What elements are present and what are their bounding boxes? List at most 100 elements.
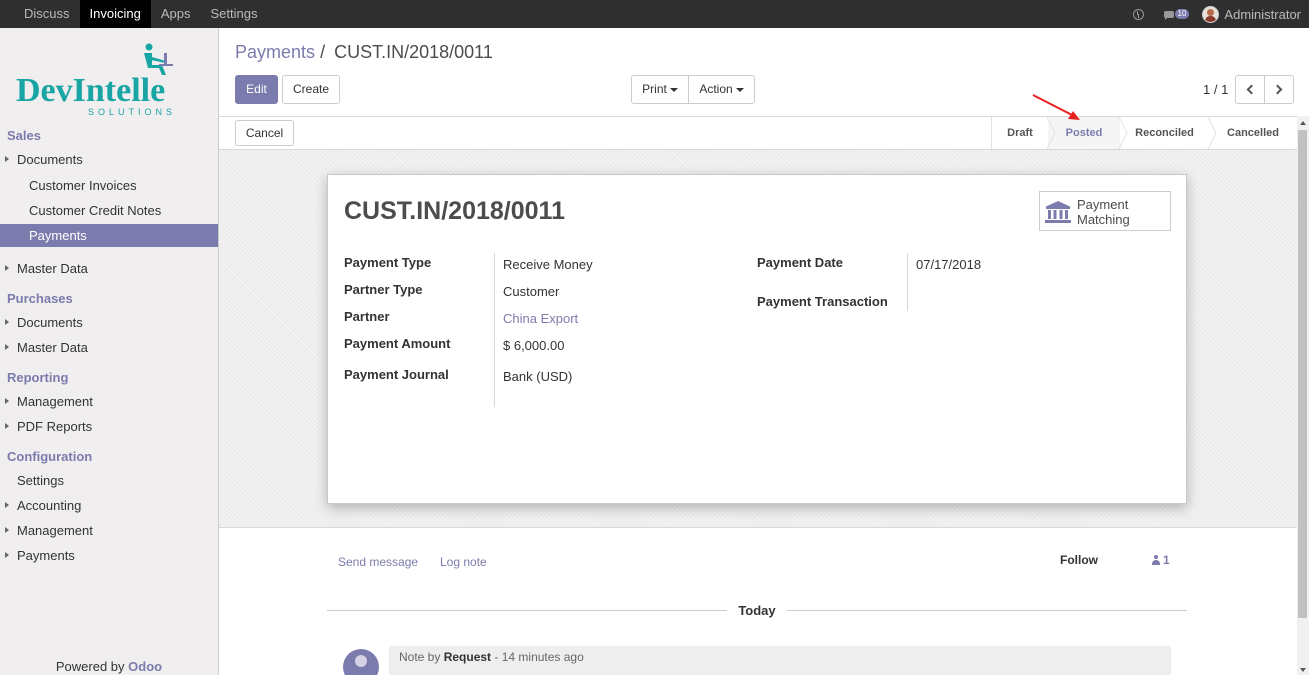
chatter-message: Note by Request - 14 minutes ago bbox=[389, 646, 1171, 675]
chevron-left-icon bbox=[1246, 84, 1257, 95]
systray: 10 Administrator bbox=[1132, 0, 1301, 28]
pager-next-button[interactable] bbox=[1264, 75, 1294, 104]
caret-down-icon bbox=[735, 87, 744, 92]
caret-right-icon bbox=[5, 502, 9, 508]
bank-icon bbox=[1045, 201, 1071, 223]
message-author[interactable]: Request bbox=[444, 650, 491, 664]
message-time: - 14 minutes ago bbox=[494, 650, 584, 664]
sidebar-item-sales-master-data[interactable]: Master Data bbox=[0, 257, 218, 280]
sidebar-item-label: Payments bbox=[29, 228, 87, 243]
caret-right-icon bbox=[5, 156, 9, 162]
menu-apps[interactable]: Apps bbox=[151, 0, 201, 28]
sidebar-item-label: Management bbox=[17, 523, 93, 538]
sidebar-item-management[interactable]: Management bbox=[0, 390, 218, 413]
sidebar-item-label: Documents bbox=[17, 152, 83, 167]
message-author-avatar[interactable] bbox=[343, 649, 379, 675]
followers-button[interactable]: 1 bbox=[1152, 553, 1170, 567]
partner-type-value[interactable]: Customer bbox=[503, 284, 559, 299]
chat-bubble-icon[interactable] bbox=[1163, 10, 1174, 20]
sidebar-section-sales[interactable]: Sales bbox=[7, 128, 41, 143]
sidebar-item-accounting[interactable]: Accounting bbox=[0, 494, 218, 517]
caret-right-icon bbox=[5, 265, 9, 271]
payment-transaction-label: Payment Transaction bbox=[757, 294, 888, 309]
payment-date-label: Payment Date bbox=[757, 255, 843, 270]
form-statusbar: Cancel Draft Posted Reconciled Cancelled bbox=[219, 116, 1297, 150]
sidebar-section-reporting[interactable]: Reporting bbox=[7, 370, 68, 385]
print-label: Print bbox=[642, 82, 667, 96]
sidebar-item-payments[interactable]: Payments bbox=[0, 224, 218, 247]
date-divider-label: Today bbox=[727, 603, 787, 618]
smart-button-line1: Payment bbox=[1077, 197, 1129, 212]
logo-text: DevIntelle bbox=[16, 72, 165, 109]
sidebar-item-label: Settings bbox=[17, 473, 64, 488]
user-avatar[interactable] bbox=[1202, 5, 1220, 23]
odoo-link[interactable]: Odoo bbox=[128, 659, 162, 674]
activity-clock-icon[interactable] bbox=[1132, 8, 1144, 20]
sidebar-item-label: PDF Reports bbox=[17, 419, 93, 434]
payment-matching-label: Payment Matching bbox=[1077, 197, 1130, 227]
sidebar-item-customer-credit-notes[interactable]: Customer Credit Notes bbox=[0, 199, 218, 222]
payment-matching-button[interactable]: Payment Matching bbox=[1039, 191, 1171, 231]
sidebar: DevIntelle SOLUTIONS Sales Documents Cus… bbox=[0, 28, 219, 675]
caret-right-icon bbox=[5, 398, 9, 404]
payment-amount-value[interactable]: $ 6,000.00 bbox=[503, 338, 564, 353]
field-separator bbox=[494, 253, 495, 407]
payment-title: CUST.IN/2018/0011 bbox=[344, 197, 565, 225]
sidebar-item-label: Customer Invoices bbox=[29, 178, 137, 193]
sidebar-item-label: Master Data bbox=[17, 261, 88, 276]
sidebar-item-pdf-reports[interactable]: PDF Reports bbox=[0, 415, 218, 438]
menu-discuss[interactable]: Discuss bbox=[14, 0, 80, 28]
scrollbar-thumb[interactable] bbox=[1298, 130, 1307, 618]
caret-right-icon bbox=[5, 319, 9, 325]
scroll-down-arrow-icon[interactable] bbox=[1300, 668, 1306, 672]
sidebar-item-label: Accounting bbox=[17, 498, 82, 513]
sidebar-item-purchases-documents[interactable]: Documents bbox=[0, 311, 218, 334]
print-dropdown[interactable]: Print bbox=[631, 75, 689, 104]
sidebar-item-config-management[interactable]: Management bbox=[0, 519, 218, 542]
action-dropdown[interactable]: Action bbox=[688, 75, 755, 104]
sidebar-section-purchases[interactable]: Purchases bbox=[7, 291, 73, 306]
sidebar-item-purchases-master-data[interactable]: Master Data bbox=[0, 336, 218, 359]
payment-type-label: Payment Type bbox=[344, 255, 432, 270]
caret-right-icon bbox=[5, 527, 9, 533]
message-header: Note by Request - 14 minutes ago bbox=[399, 650, 584, 664]
create-button[interactable]: Create bbox=[282, 75, 340, 104]
pager-value[interactable]: 1 / 1 bbox=[1203, 82, 1228, 97]
pager-previous-button[interactable] bbox=[1235, 75, 1265, 104]
payment-journal-value[interactable]: Bank (USD) bbox=[503, 369, 572, 384]
sidebar-item-settings[interactable]: Settings bbox=[0, 469, 218, 492]
payment-journal-label: Payment Journal bbox=[344, 367, 449, 382]
menu-settings[interactable]: Settings bbox=[200, 0, 267, 28]
sidebar-item-label: Documents bbox=[17, 315, 83, 330]
partner-label: Partner bbox=[344, 309, 390, 324]
send-message-link[interactable]: Send message bbox=[338, 555, 418, 569]
breadcrumb: Payments / CUST.IN/2018/0011 bbox=[235, 42, 493, 63]
sidebar-item-sales-documents[interactable]: Documents bbox=[0, 148, 218, 171]
payment-date-value[interactable]: 07/17/2018 bbox=[916, 257, 981, 272]
payment-type-value[interactable]: Receive Money bbox=[503, 257, 593, 272]
log-note-link[interactable]: Log note bbox=[440, 555, 487, 569]
partner-link[interactable]: China Export bbox=[503, 311, 578, 326]
follow-button[interactable]: Follow bbox=[1060, 553, 1098, 567]
notification-badge[interactable]: 10 bbox=[1174, 9, 1190, 19]
scroll-up-arrow-icon[interactable] bbox=[1300, 121, 1306, 125]
breadcrumb-current: CUST.IN/2018/0011 bbox=[334, 42, 493, 62]
top-navbar: Discuss Invoicing Apps Settings 10 Admin… bbox=[0, 0, 1309, 28]
breadcrumb-payments-link[interactable]: Payments bbox=[235, 42, 315, 62]
logo-subtext: SOLUTIONS bbox=[88, 107, 176, 117]
message-prefix: Note by bbox=[399, 650, 441, 664]
powered-by: Powered by Odoo bbox=[0, 659, 218, 674]
sidebar-item-customer-invoices[interactable]: Customer Invoices bbox=[0, 174, 218, 197]
edit-button[interactable]: Edit bbox=[235, 75, 278, 104]
caret-down-icon bbox=[669, 87, 678, 92]
sidebar-item-config-payments[interactable]: Payments bbox=[0, 544, 218, 567]
app-menu: Discuss Invoicing Apps Settings bbox=[14, 0, 267, 28]
user-menu[interactable]: Administrator bbox=[1224, 7, 1301, 22]
field-separator bbox=[907, 253, 908, 311]
menu-invoicing[interactable]: Invoicing bbox=[79, 0, 151, 28]
caret-right-icon bbox=[5, 552, 9, 558]
vertical-scrollbar[interactable] bbox=[1297, 116, 1309, 675]
sidebar-section-configuration[interactable]: Configuration bbox=[7, 449, 92, 464]
cancel-button[interactable]: Cancel bbox=[235, 120, 294, 146]
annotation-arrow bbox=[1032, 94, 1080, 120]
